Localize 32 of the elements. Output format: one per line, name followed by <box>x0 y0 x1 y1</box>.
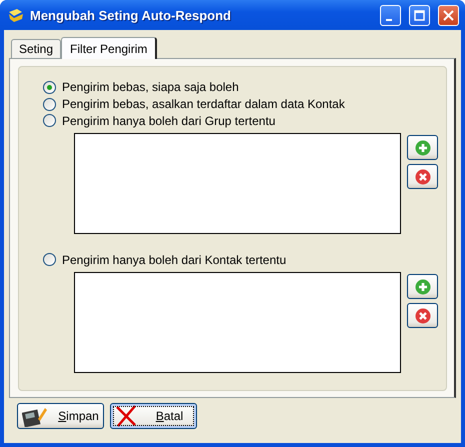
close-button[interactable] <box>438 4 459 26</box>
remove-button[interactable] <box>407 164 438 190</box>
radio-option[interactable]: Pengirim bebas, asalkan terdaftar dalam data Kontak <box>43 96 446 112</box>
maximize-button[interactable] <box>409 4 430 26</box>
radio-option[interactable]: Pengirim bebas, siapa saja boleh <box>43 79 446 96</box>
cancel-button[interactable]: Batal <box>110 403 197 429</box>
list-box[interactable] <box>74 133 401 234</box>
plus-icon <box>414 278 430 294</box>
minimize-button[interactable] <box>380 4 401 26</box>
tab[interactable]: Seting <box>11 39 62 58</box>
plus-icon <box>414 140 430 156</box>
folder-icon <box>8 7 24 23</box>
window-title: Mengubah Seting Auto-Respond <box>30 8 232 22</box>
radio-option[interactable]: Pengirim hanya boleh dari Kontak tertentu <box>43 251 446 268</box>
radio-option[interactable]: Pengirim hanya boleh dari Grup tertentu <box>43 112 446 130</box>
radio-button[interactable] <box>43 114 56 128</box>
disk-pencil-icon <box>22 405 48 427</box>
add-button[interactable] <box>407 135 438 160</box>
cross-circle-icon <box>414 168 430 185</box>
list-box[interactable] <box>74 272 401 373</box>
cross-icon <box>115 405 137 427</box>
cross-circle-icon <box>414 308 430 324</box>
radio-button[interactable] <box>43 80 56 94</box>
add-button[interactable] <box>407 274 438 299</box>
remove-button[interactable] <box>407 303 438 328</box>
tab[interactable]: Filter Pengirim <box>61 37 158 59</box>
save-button[interactable]: Simpan <box>17 403 104 429</box>
minimize-icon <box>386 18 392 20</box>
radio-button[interactable] <box>43 253 56 266</box>
radio-button[interactable] <box>43 98 56 111</box>
close-icon <box>443 10 454 20</box>
maximize-icon <box>414 10 425 20</box>
